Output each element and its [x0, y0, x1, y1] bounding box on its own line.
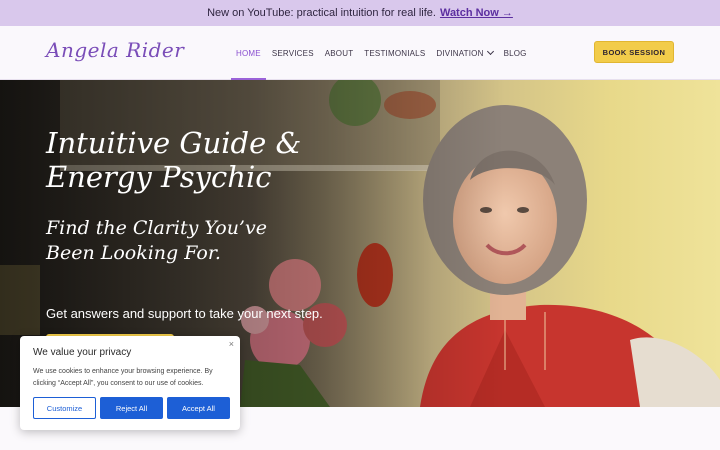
- book-session-button[interactable]: BOOK SESSION: [594, 41, 674, 63]
- close-icon[interactable]: ×: [229, 339, 234, 349]
- accept-all-button[interactable]: Accept All: [167, 397, 230, 419]
- nav-item-about-label: ABOUT: [324, 48, 354, 58]
- cookie-consent-banner: × We value your privacy We use cookies t…: [20, 336, 240, 430]
- announcement-bar: New on YouTube: practical intuition for …: [0, 0, 720, 26]
- nav-item-testimonials[interactable]: TESTIMONIALS: [364, 26, 425, 80]
- nav-item-home[interactable]: HOME: [231, 26, 266, 81]
- hero-subtitle: Find the Clarity You’ve Been Looking For…: [46, 216, 267, 266]
- hero-title-line-1: Intuitive Guide &: [46, 126, 302, 160]
- cookie-title: We value your privacy: [33, 347, 132, 358]
- nav-item-blog[interactable]: BLOG: [504, 26, 527, 80]
- hero-subtitle-line-1: Find the Clarity You’ve: [46, 217, 267, 239]
- cookie-text: We use cookies to enhance your browsing …: [33, 368, 213, 387]
- hero-title: Intuitive Guide & Energy Psychic: [46, 126, 301, 194]
- nav-item-divination-label: DIVINATION: [436, 48, 484, 58]
- top-navigation: Angela Rider HOME SERVICES ABOUT TESTIMO…: [0, 26, 720, 81]
- nav-item-divination[interactable]: DIVINATION: [436, 26, 494, 80]
- nav-item-services-label: SERVICES: [271, 48, 314, 58]
- nav-item-home-label: HOME: [236, 48, 261, 58]
- nav-item-about[interactable]: ABOUT: [325, 26, 354, 80]
- cookie-buttons: Customize Reject All Accept All: [33, 397, 230, 419]
- nav-item-testimonials-label: TESTIMONIALS: [364, 48, 426, 58]
- site-logo[interactable]: Angela Rider: [46, 38, 184, 62]
- nav-item-blog-label: BLOG: [503, 48, 527, 58]
- main-menu: HOME SERVICES ABOUT TESTIMONIALS DIVINAT…: [231, 26, 527, 81]
- hero-tagline: Get answers and support to take your nex…: [46, 306, 323, 321]
- reject-all-button[interactable]: Reject All: [100, 397, 163, 419]
- announcement-text: New on YouTube: practical intuition for …: [207, 7, 436, 19]
- customize-button[interactable]: Customize: [33, 397, 96, 419]
- watch-now-link[interactable]: Watch Now →: [440, 7, 513, 19]
- hero-subtitle-line-2: Been Looking For.: [46, 242, 221, 264]
- hero-title-line-2: Energy Psychic: [46, 160, 272, 194]
- nav-item-services[interactable]: SERVICES: [272, 26, 314, 80]
- chevron-down-icon: [486, 47, 494, 56]
